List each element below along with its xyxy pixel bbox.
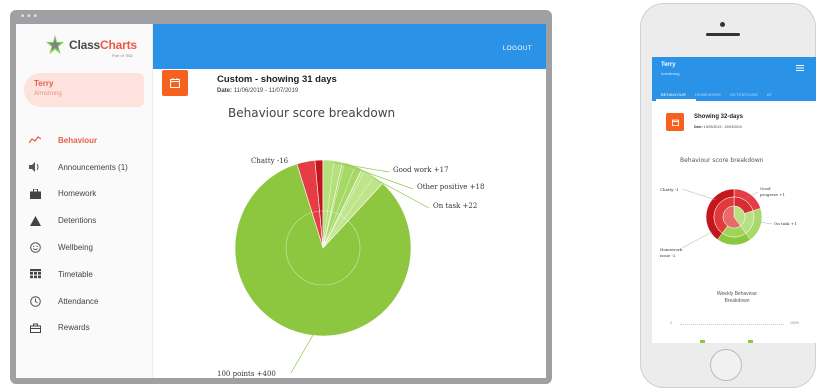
- briefcase-icon: [28, 188, 42, 200]
- phone-date-picker-button[interactable]: [666, 113, 684, 131]
- pie-slice-label: Good work +17: [393, 166, 449, 174]
- pie-slice-label: 100 points +400: [217, 370, 276, 378]
- hamburger-menu-icon[interactable]: [796, 65, 804, 71]
- smiley-icon: [28, 242, 42, 254]
- phone-weekly-title: Weekly Behaviour Breakdown: [682, 291, 792, 305]
- phone-axis-line: [680, 324, 784, 325]
- calendar-icon: [170, 78, 180, 88]
- phone-axis-right-label: 100%: [790, 321, 799, 325]
- sidebar-item-label: Announcements (1): [58, 162, 128, 172]
- date-range-text: Date: 11/06/2019 - 11/07/2019: [217, 88, 298, 94]
- phone-screen: Terry Armstrong BEHAVIOUR HOMEWORK DETEN…: [652, 57, 816, 343]
- date-range-value: 11/06/2019 - 11/07/2019: [233, 88, 299, 94]
- window-topbar: •••: [10, 10, 552, 24]
- sidebar-item-attendance[interactable]: Attendance: [16, 288, 152, 315]
- sidebar-item-homework[interactable]: Homework: [16, 181, 152, 208]
- chart-title: Behaviour score breakdown: [228, 106, 396, 120]
- phone-label-good-progress-line1: Good: [760, 186, 771, 191]
- tab-detentions[interactable]: DETENTIONS: [730, 92, 758, 97]
- phone-pie-leader-line: [759, 221, 773, 225]
- sidebar-item-timetable[interactable]: Timetable: [16, 261, 152, 288]
- phone-home-button[interactable]: [710, 349, 742, 381]
- phone-pie-leader-line: [681, 188, 717, 201]
- logo-text-main: Class: [69, 38, 101, 52]
- calendar-icon: [671, 119, 679, 126]
- trend-line-icon: [28, 134, 42, 146]
- phone-label-chatty: Chatty -1: [660, 187, 679, 192]
- phone-date-range-title: Showing 32-days: [694, 114, 744, 120]
- phone-label-homework-line2: issue -2: [660, 253, 676, 258]
- tab-homework[interactable]: HOMEWORK: [695, 92, 721, 97]
- phone-chart-title: Behaviour score breakdown: [680, 157, 764, 164]
- date-picker-button[interactable]: [162, 70, 188, 96]
- sidebar-nav: Behaviour Announcements (1) Homework Det…: [16, 127, 152, 341]
- phone-weekly-bar: [700, 340, 705, 343]
- phone-date-range-label: Date:: [694, 125, 703, 129]
- logo-star-icon: [46, 35, 64, 54]
- phone-header: Terry Armstrong: [652, 57, 816, 87]
- user-card[interactable]: Terry Armstrong: [24, 73, 144, 107]
- gift-bag-icon: [28, 322, 42, 334]
- phone-camera-icon: [720, 22, 725, 27]
- sidebar-item-label: Homework: [58, 189, 97, 199]
- phone-weekly-axis: 2 100%: [666, 321, 806, 329]
- phone-weekly-bar: [748, 340, 753, 343]
- clock-icon: [28, 295, 42, 307]
- phone-user-last-name: Armstrong: [661, 71, 680, 76]
- date-range-title: Custom - showing 31 days: [217, 74, 337, 85]
- sidebar-item-label: Behaviour: [58, 135, 98, 145]
- phone-label-good-progress-line2: progress +1: [760, 192, 785, 197]
- window-dots-icon: •••: [20, 12, 39, 22]
- sidebar-item-behaviour[interactable]: Behaviour: [16, 127, 152, 154]
- tab-attendance[interactable]: AT: [767, 92, 772, 97]
- sidebar-item-label: Wellbeing: [58, 243, 93, 253]
- user-first-name: Terry: [34, 79, 54, 88]
- phone-date-range-text: Date: 19/03/2019 - 19/04/2019: [694, 125, 742, 129]
- calendar-grid-icon: [28, 268, 42, 280]
- tab-behaviour[interactable]: BEHAVIOUR: [661, 92, 686, 97]
- phone-axis-left-label: 2: [670, 321, 672, 325]
- phone-weekly-title-line2: Breakdown: [724, 298, 750, 304]
- pie-slice-label: Other positive +18: [417, 183, 484, 191]
- phone-frame: Terry Armstrong BEHAVIOUR HOMEWORK DETEN…: [640, 3, 816, 388]
- behaviour-pie-chart: Chatty -16 Good work +17 Other positive +1…: [217, 157, 484, 378]
- logo-text-accent: Charts: [100, 38, 137, 52]
- phone-label-homework-line1: Homework: [660, 247, 683, 252]
- speaker-icon: [28, 161, 42, 173]
- phone-pie-leader-line: [681, 231, 713, 249]
- user-last-name: Armstrong: [34, 91, 62, 97]
- sidebar-item-label: Rewards: [58, 323, 90, 333]
- sidebar-item-detentions[interactable]: Detentions: [16, 207, 152, 234]
- logo-text: ClassCharts: [69, 38, 137, 52]
- pie-slice-label: On task +22: [433, 202, 477, 210]
- phone-user-first-name: Terry: [661, 62, 676, 68]
- sidebar-item-announcements[interactable]: Announcements (1): [16, 154, 152, 181]
- top-bar: LOGOUT: [153, 24, 546, 69]
- sidebar-item-label: Detentions: [58, 216, 97, 226]
- phone-weekly-title-line1: Weekly Behaviour: [716, 291, 758, 297]
- sidebar-item-wellbeing[interactable]: Wellbeing: [16, 234, 152, 261]
- tab-active-indicator: [656, 99, 696, 101]
- date-range-label: Date:: [217, 88, 233, 94]
- phone-speaker: [706, 33, 740, 36]
- pie-slice-label: Chatty -16: [251, 157, 289, 165]
- sidebar: ClassCharts Part of TBD Terry Armstrong …: [16, 24, 153, 378]
- sidebar-item-label: Attendance: [58, 296, 99, 306]
- sidebar-item-rewards[interactable]: Rewards: [16, 315, 152, 342]
- logout-button[interactable]: LOGOUT: [503, 45, 532, 52]
- laptop-frame: ••• ClassCharts Part of TBD Terry Armstr…: [10, 10, 552, 384]
- phone-date-range-value: 19/03/2019 - 19/04/2019: [703, 125, 742, 129]
- warning-triangle-icon: [28, 215, 42, 227]
- phone-label-on-task: On task +1: [774, 221, 797, 226]
- logo-subtitle: Part of TBD: [112, 53, 133, 58]
- sidebar-item-label: Timetable: [58, 269, 93, 279]
- phone-behaviour-pie-chart: Chatty -1 Good progress +1 On task +1 Ho…: [660, 186, 797, 258]
- pie-leader-line: [290, 334, 314, 374]
